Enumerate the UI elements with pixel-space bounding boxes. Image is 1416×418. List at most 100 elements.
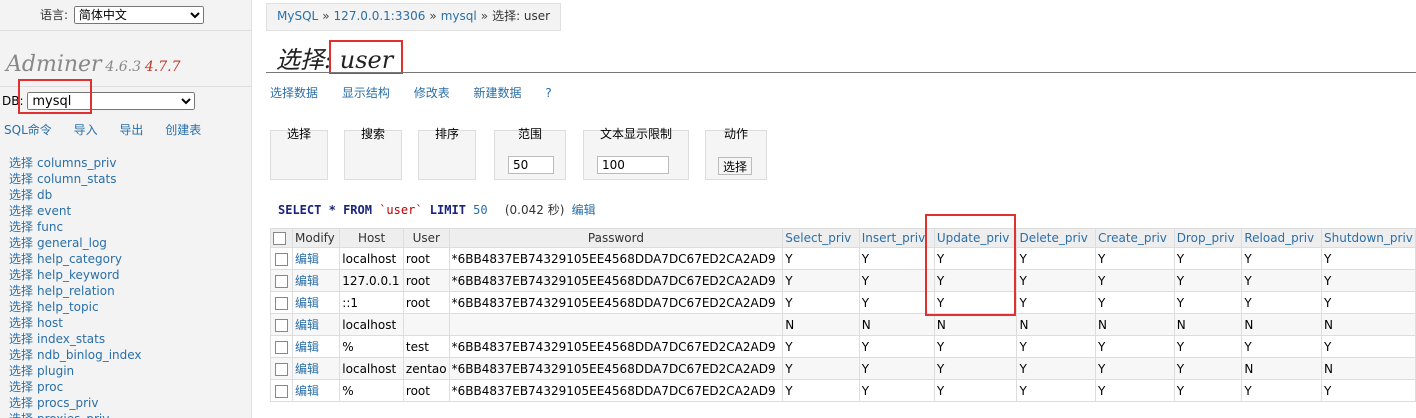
table-structure-link[interactable]: host	[37, 316, 63, 330]
sort-fieldset[interactable]: 排序	[418, 127, 476, 180]
row-edit-link[interactable]: 编辑	[295, 274, 319, 288]
column-header[interactable]: Password	[448, 228, 784, 248]
select-table-link[interactable]: 选择	[9, 220, 33, 234]
new-version-link[interactable]: 4.7.7	[145, 59, 181, 75]
column-header[interactable]: User	[402, 228, 450, 248]
select-table-link[interactable]: 选择	[9, 204, 33, 218]
text-length-input[interactable]	[597, 156, 669, 174]
row-select-cell[interactable]	[270, 291, 293, 314]
table-structure-link[interactable]: procs_priv	[37, 396, 98, 410]
table-structure-link[interactable]: help_topic	[37, 300, 99, 314]
column-header[interactable]: Drop_priv	[1173, 228, 1243, 248]
export-link[interactable]: 导出	[119, 123, 143, 137]
breadcrumb-driver[interactable]: MySQL	[277, 9, 318, 23]
alter-table-link[interactable]: 修改表	[414, 86, 450, 100]
select-table-link[interactable]: 选择	[9, 188, 33, 202]
row-select-cell[interactable]	[270, 379, 293, 402]
help-link[interactable]: ?	[545, 86, 551, 100]
table-structure-link[interactable]: plugin	[37, 364, 74, 378]
row-select-cell[interactable]	[270, 247, 293, 270]
breadcrumb-db[interactable]: mysql	[441, 9, 477, 23]
column-header[interactable]: Delete_priv	[1016, 228, 1097, 248]
fieldset-legend[interactable]: 排序	[419, 125, 475, 142]
select-table-link[interactable]: 选择	[9, 252, 33, 266]
row-select-cell[interactable]	[270, 269, 293, 292]
row-checkbox[interactable]	[275, 340, 288, 354]
table-structure-link[interactable]: proxies_priv	[37, 412, 109, 418]
column-header[interactable]: Select_priv	[782, 228, 860, 248]
row-select-cell[interactable]	[270, 357, 293, 380]
row-checkbox[interactable]	[275, 362, 288, 376]
column-header[interactable]: Host	[339, 228, 404, 248]
row-select-cell[interactable]	[270, 335, 293, 358]
breadcrumb-server[interactable]: 127.0.0.1:3306	[334, 9, 426, 23]
table-structure-link[interactable]: proc	[37, 380, 63, 394]
table-structure-link[interactable]: ndb_binlog_index	[37, 348, 142, 362]
row-edit-cell[interactable]: 编辑	[291, 247, 341, 270]
column-header[interactable]: Create_priv	[1095, 228, 1175, 248]
row-edit-link[interactable]: 编辑	[295, 362, 319, 376]
table-structure-link[interactable]: general_log	[37, 236, 107, 250]
table-structure-link[interactable]: column_stats	[37, 172, 116, 186]
language-select[interactable]: 简体中文	[73, 6, 204, 24]
row-checkbox[interactable]	[275, 274, 288, 288]
row-edit-cell[interactable]: 编辑	[291, 357, 341, 380]
fieldset-legend[interactable]: 选择	[271, 125, 327, 142]
select-table-link[interactable]: 选择	[9, 284, 33, 298]
select-submit-button[interactable]: 选择	[718, 157, 753, 175]
table-structure-link[interactable]: db	[37, 188, 52, 202]
table-structure-link[interactable]: help_keyword	[37, 268, 119, 282]
select-columns-fieldset[interactable]: 选择	[270, 127, 328, 180]
row-edit-link[interactable]: 编辑	[295, 340, 319, 354]
table-structure-link[interactable]: event	[37, 204, 71, 218]
row-edit-cell[interactable]: 编辑	[291, 291, 341, 314]
show-structure-link[interactable]: 显示结构	[342, 86, 390, 100]
column-header[interactable]: Shutdown_priv	[1321, 228, 1416, 248]
select-table-link[interactable]: 选择	[9, 380, 33, 394]
table-structure-link[interactable]: index_stats	[37, 332, 105, 346]
row-edit-cell[interactable]: 编辑	[291, 313, 341, 336]
select-data-link[interactable]: 选择数据	[270, 86, 318, 100]
column-header[interactable]: Insert_priv	[858, 228, 935, 248]
select-table-link[interactable]: 选择	[9, 316, 33, 330]
brand-name[interactable]: Adminer	[6, 52, 102, 77]
select-table-link[interactable]: 选择	[9, 364, 33, 378]
row-checkbox[interactable]	[275, 296, 288, 310]
column-header[interactable]: Reload_priv	[1241, 228, 1322, 248]
select-table-link[interactable]: 选择	[9, 396, 33, 410]
select-table-link[interactable]: 选择	[9, 268, 33, 282]
limit-input[interactable]	[508, 156, 554, 174]
table-structure-link[interactable]: help_relation	[37, 284, 115, 298]
import-link[interactable]: 导入	[74, 123, 98, 137]
sql-command-link[interactable]: SQL命令	[4, 123, 52, 137]
table-structure-link[interactable]: func	[37, 220, 63, 234]
row-edit-cell[interactable]: 编辑	[291, 269, 341, 292]
select-table-link[interactable]: 选择	[9, 172, 33, 186]
row-edit-link[interactable]: 编辑	[295, 384, 319, 398]
edit-query-link[interactable]: 编辑	[572, 203, 596, 217]
select-all-checkbox[interactable]	[273, 232, 286, 245]
row-edit-link[interactable]: 编辑	[295, 296, 319, 310]
row-checkbox[interactable]	[275, 384, 288, 398]
column-header[interactable]: Modify	[291, 228, 341, 248]
select-table-link[interactable]: 选择	[9, 156, 33, 170]
select-table-link[interactable]: 选择	[9, 236, 33, 250]
select-table-link[interactable]: 选择	[9, 332, 33, 346]
new-item-link[interactable]: 新建数据	[474, 86, 522, 100]
row-select-cell[interactable]	[270, 313, 293, 336]
select-table-link[interactable]: 选择	[9, 412, 33, 418]
table-structure-link[interactable]: help_category	[37, 252, 122, 266]
search-fieldset[interactable]: 搜索	[344, 127, 402, 180]
row-edit-cell[interactable]: 编辑	[291, 379, 341, 402]
create-table-link[interactable]: 创建表	[165, 123, 201, 137]
select-table-link[interactable]: 选择	[9, 348, 33, 362]
select-table-link[interactable]: 选择	[9, 300, 33, 314]
fieldset-legend[interactable]: 搜索	[345, 125, 401, 142]
row-checkbox[interactable]	[275, 252, 288, 266]
row-checkbox[interactable]	[275, 318, 288, 332]
row-edit-link[interactable]: 编辑	[295, 318, 319, 332]
select-all-cell[interactable]	[270, 228, 293, 248]
table-structure-link[interactable]: columns_priv	[37, 156, 116, 170]
row-edit-cell[interactable]: 编辑	[291, 335, 341, 358]
row-edit-link[interactable]: 编辑	[295, 252, 319, 266]
